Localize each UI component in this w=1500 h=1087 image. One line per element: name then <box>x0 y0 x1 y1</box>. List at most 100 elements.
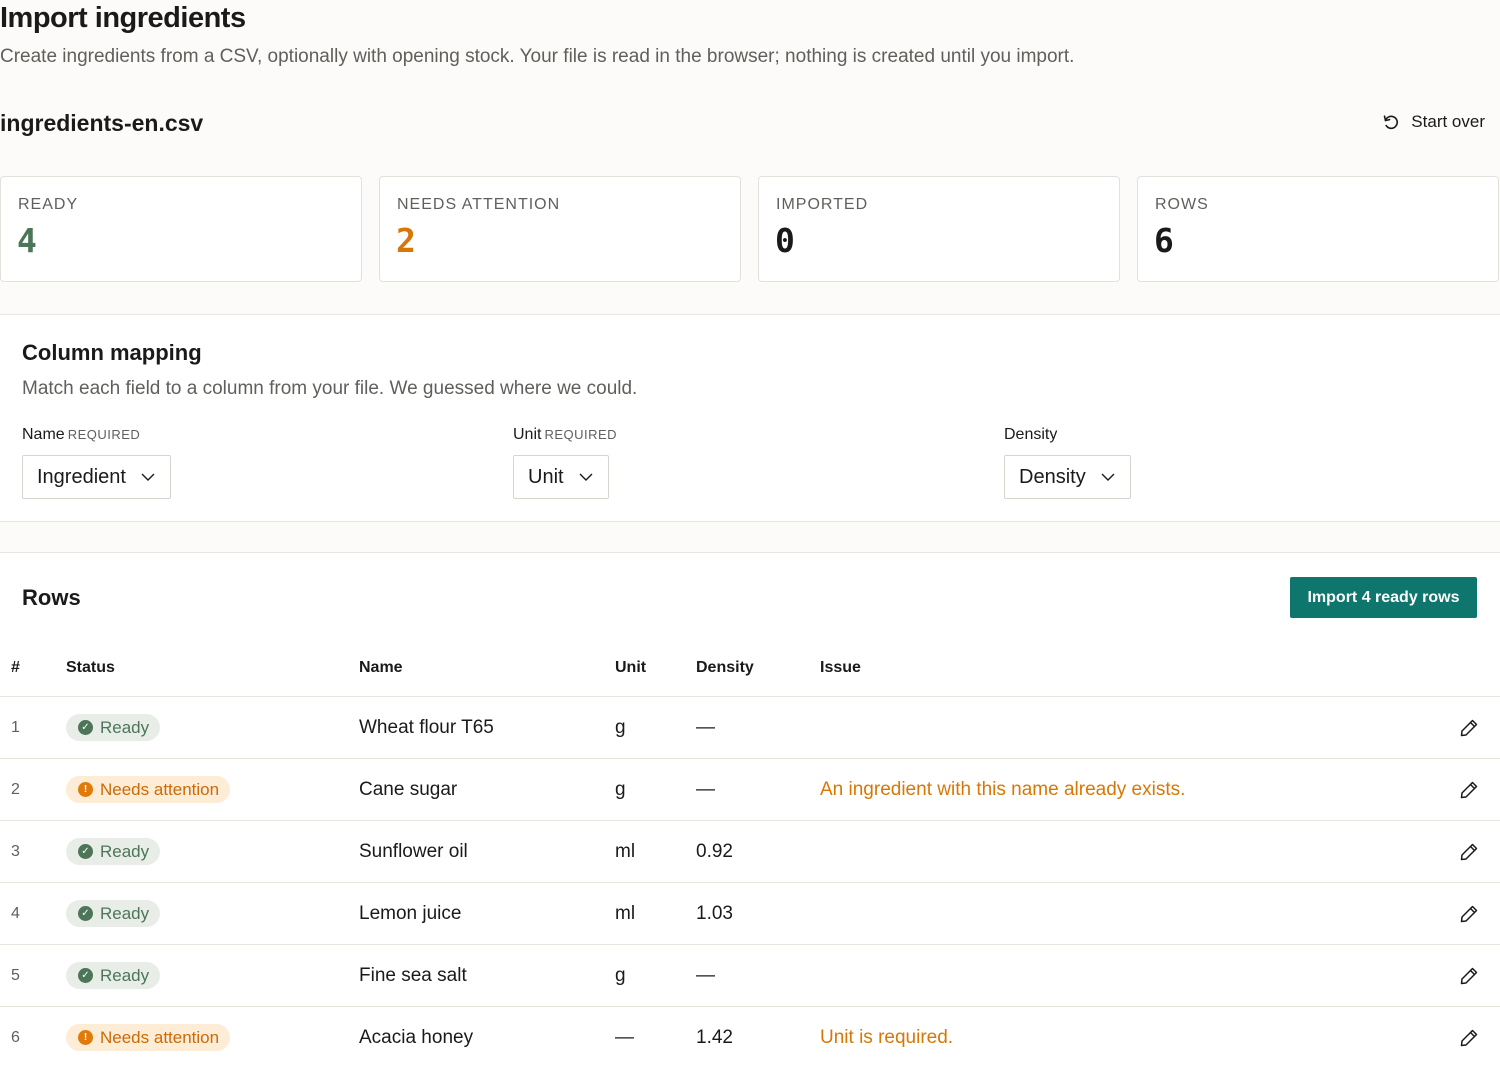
row-number: 2 <box>11 780 20 798</box>
table-row: 3 ✓ Ready Sunflower oil ml 0.92 <box>0 820 1500 882</box>
row-density: 1.42 <box>696 1026 733 1048</box>
check-circle-icon: ✓ <box>78 906 93 921</box>
row-density: 1.03 <box>696 902 733 924</box>
column-mapping-title: Column mapping <box>22 340 202 365</box>
name-column-select[interactable]: Ingredient <box>22 455 171 499</box>
table-row: 1 ✓ Ready Wheat flour T65 g — <box>0 696 1500 758</box>
column-header-density: Density <box>696 659 754 676</box>
row-name: Lemon juice <box>359 902 462 924</box>
pencil-icon <box>1460 1029 1478 1046</box>
start-over-label: Start over <box>1411 112 1485 131</box>
row-unit: — <box>615 1026 634 1048</box>
start-over-button[interactable]: Start over <box>1381 112 1485 132</box>
rows-panel: Rows Import 4 ready rows # Status Name U… <box>0 552 1500 1087</box>
row-issue: An ingredient with this name already exi… <box>820 778 1186 800</box>
column-header-name: Name <box>359 659 403 676</box>
edit-row-button[interactable] <box>1458 759 1480 820</box>
field-label-density: Density <box>1004 426 1057 444</box>
status-badge: ✓ Ready <box>66 900 161 927</box>
row-name: Sunflower oil <box>359 840 468 862</box>
row-status: ✓ Ready <box>66 883 161 944</box>
pencil-icon <box>1460 843 1478 860</box>
row-number: 6 <box>11 1028 20 1046</box>
field-label-text: Unit <box>513 426 542 443</box>
row-name: Fine sea salt <box>359 964 467 986</box>
edit-row-button[interactable] <box>1458 883 1480 944</box>
pencil-icon <box>1460 905 1478 922</box>
row-density: 0.92 <box>696 840 733 862</box>
refresh-icon <box>1383 115 1399 130</box>
status-badge: ! Needs attention <box>66 776 231 803</box>
table-row: 6! Needs attention Acacia honey — 1.42 Unit i… <box>0 1006 1500 1068</box>
status-label: Needs attention <box>100 1027 220 1047</box>
row-density: — <box>696 964 715 986</box>
row-unit: ml <box>615 902 636 924</box>
row-status: ✓ Ready <box>66 945 161 1006</box>
chevron-down-icon <box>1101 473 1115 481</box>
table-row: 4 ✓ Ready Lemon juice ml 1.03 <box>0 882 1500 944</box>
chevron-down-icon <box>579 473 593 481</box>
row-issue: Unit is required. <box>820 1026 954 1048</box>
check-circle-icon: ✓ <box>78 720 93 735</box>
select-value: Unit <box>528 465 564 488</box>
row-number: 5 <box>11 966 20 984</box>
row-status: ! Needs attention <box>66 759 231 820</box>
row-status: ✓ Ready <box>66 821 161 882</box>
column-header-status: Status <box>66 659 115 676</box>
select-value: Ingredient <box>37 465 126 488</box>
alert-circle-icon: ! <box>78 1030 93 1045</box>
check-circle-icon: ✓ <box>78 968 93 983</box>
rows-title: Rows <box>22 585 81 610</box>
pencil-icon <box>1460 781 1478 798</box>
stat-card-needs-attention: NEEDS ATTENTION 2 <box>379 176 741 282</box>
row-unit: g <box>615 964 626 986</box>
column-header-issue: Issue <box>820 659 861 676</box>
stat-value: 4 <box>17 221 37 260</box>
field-label-text: Name <box>22 426 65 443</box>
required-tag: REQUIRED <box>544 427 618 442</box>
status-label: Needs attention <box>100 779 220 799</box>
page-title: Import ingredients <box>0 2 246 34</box>
import-ready-rows-button[interactable]: Import 4 ready rows <box>1290 577 1477 618</box>
row-density: — <box>696 716 715 738</box>
page-subtitle: Create ingredients from a CSV, optionall… <box>0 46 1075 67</box>
required-tag: REQUIRED <box>67 427 141 442</box>
chevron-down-icon <box>141 473 155 481</box>
row-number: 4 <box>11 904 20 922</box>
column-mapping-panel: Column mapping Match each field to a col… <box>0 314 1500 522</box>
unit-column-select[interactable]: Unit <box>513 455 609 499</box>
row-name: Cane sugar <box>359 778 458 800</box>
stat-card-rows: ROWS 6 <box>1137 176 1499 282</box>
row-status: ! Needs attention <box>66 1007 231 1068</box>
stat-label: IMPORTED <box>776 196 869 213</box>
stat-card-imported: IMPORTED 0 <box>758 176 1120 282</box>
stat-label: NEEDS ATTENTION <box>397 196 561 213</box>
row-status: ✓ Ready <box>66 697 161 758</box>
status-label: Ready <box>100 841 150 861</box>
edit-row-button[interactable] <box>1458 697 1480 758</box>
row-number: 1 <box>11 718 20 736</box>
status-label: Ready <box>100 903 150 923</box>
check-circle-icon: ✓ <box>78 844 93 859</box>
column-mapping-description: Match each field to a column from your f… <box>22 378 638 399</box>
alert-circle-icon: ! <box>78 782 93 797</box>
row-name: Acacia honey <box>359 1026 474 1048</box>
edit-row-button[interactable] <box>1458 821 1480 882</box>
row-name: Wheat flour T65 <box>359 716 494 738</box>
column-header-number: # <box>11 659 20 676</box>
row-density: — <box>696 778 715 800</box>
stat-card-ready: READY 4 <box>0 176 362 282</box>
field-label-text: Density <box>1004 426 1058 443</box>
status-badge: ! Needs attention <box>66 1024 231 1051</box>
edit-row-button[interactable] <box>1458 945 1480 1006</box>
select-value: Density <box>1019 465 1086 488</box>
pencil-icon <box>1460 967 1478 984</box>
density-column-select[interactable]: Density <box>1004 455 1131 499</box>
row-number: 3 <box>11 842 20 860</box>
pencil-icon <box>1460 719 1478 736</box>
edit-row-button[interactable] <box>1458 1007 1480 1068</box>
row-unit: g <box>615 778 626 800</box>
stat-label: READY <box>18 196 79 213</box>
table-row: 2! Needs attention Cane sugar g — An ingredie… <box>0 758 1500 820</box>
field-label-name: Name REQUIRED <box>22 426 140 444</box>
